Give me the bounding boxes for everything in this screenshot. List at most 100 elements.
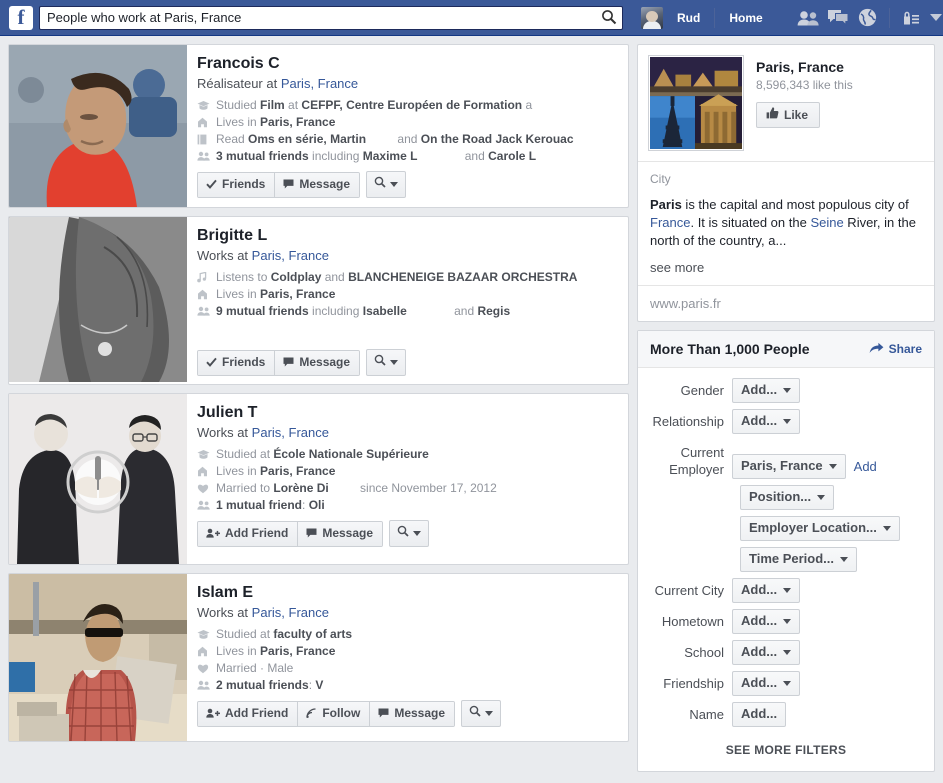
- message-button[interactable]: Message: [274, 172, 360, 197]
- result-card[interactable]: Brigitte L Works at Paris, France Listen…: [8, 216, 629, 385]
- result-name[interactable]: Islam E: [197, 583, 253, 603]
- message-button[interactable]: Message: [369, 701, 455, 726]
- filter-hometown-dropdown[interactable]: Add...: [732, 609, 801, 634]
- fact-bold[interactable]: BLANCHENEIGE BAZAAR ORCHESTRA: [348, 270, 577, 284]
- result-name[interactable]: Brigitte L: [197, 226, 267, 246]
- add-employer-link[interactable]: Add: [854, 459, 877, 474]
- fact-bold[interactable]: Isabelle: [363, 304, 407, 318]
- result-card[interactable]: Francois C Réalisateur at Paris, France …: [8, 44, 629, 208]
- fact-bold[interactable]: On the Road Jack Kerouac: [421, 132, 574, 146]
- entity-title[interactable]: Paris, France: [756, 59, 853, 75]
- filter-relationship-dropdown[interactable]: Add...: [732, 409, 801, 434]
- search-icon[interactable]: [601, 9, 619, 27]
- fact-bold[interactable]: 9 mutual friends: [216, 304, 309, 318]
- fact-text: including: [308, 149, 363, 163]
- profile-name-link[interactable]: Rud: [669, 7, 708, 29]
- fact-bold[interactable]: Maxime L: [363, 149, 418, 163]
- more-options-button[interactable]: [461, 700, 502, 727]
- fact-bold[interactable]: École Nationale Supérieure: [273, 447, 428, 461]
- result-photo[interactable]: [9, 394, 187, 564]
- result-card[interactable]: Julien T Works at Paris, France Studied …: [8, 393, 629, 565]
- result-photo[interactable]: [9, 217, 187, 382]
- search-icon: [374, 176, 386, 192]
- fact-bold[interactable]: CEFPF, Centre Européen de Formation: [301, 98, 522, 112]
- fact-education: Studied Film at CEFPF, Centre Européen d…: [197, 97, 618, 113]
- result-subtitle-prefix: Works at: [197, 248, 252, 263]
- fact-bold[interactable]: faculty of arts: [273, 627, 352, 641]
- add-friend-button[interactable]: Add Friend: [198, 521, 298, 546]
- messages-icon[interactable]: [823, 6, 853, 30]
- result-subtitle-link[interactable]: Paris, France: [252, 425, 329, 440]
- home-link[interactable]: Home: [721, 7, 770, 29]
- fact-read: Read Oms en série, Martin and On the Roa…: [197, 131, 618, 147]
- message-button[interactable]: Message: [274, 350, 360, 375]
- result-card[interactable]: Islam E Works at Paris, France Studied a…: [8, 573, 629, 742]
- fact-bold[interactable]: Lorène Di: [273, 481, 328, 495]
- add-friend-button[interactable]: Add Friend: [198, 701, 298, 726]
- filter-row-friendship: Friendship Add...: [650, 671, 922, 696]
- fact-bold[interactable]: Paris, France: [260, 115, 335, 129]
- fact-bold[interactable]: Carole L: [488, 149, 536, 163]
- fact-bold[interactable]: Film: [260, 98, 285, 112]
- avatar[interactable]: [641, 6, 663, 29]
- chevron-down-icon[interactable]: [929, 14, 942, 21]
- filter-row-gender: Gender Add...: [650, 378, 922, 403]
- message-button[interactable]: Message: [297, 521, 383, 546]
- result-name[interactable]: Francois C: [197, 54, 280, 74]
- filter-employer-location-dropdown[interactable]: Employer Location...: [740, 516, 900, 541]
- filter-time-period-dropdown[interactable]: Time Period...: [740, 547, 858, 572]
- result-subtitle-link[interactable]: Paris, France: [252, 248, 329, 263]
- result-action-buttons: Friends Message: [197, 349, 618, 376]
- filter-current-city-dropdown[interactable]: Add...: [732, 578, 801, 603]
- entity-desc-link-seine[interactable]: Seine: [810, 215, 843, 230]
- fact-bold[interactable]: Paris, France: [260, 287, 335, 301]
- entity-like-count: 8,596,343 like this: [756, 78, 853, 92]
- entity-website-link[interactable]: www.paris.fr: [638, 285, 934, 321]
- fact-bold[interactable]: V: [315, 678, 323, 692]
- share-button[interactable]: Share: [869, 342, 922, 357]
- see-more-filters-link[interactable]: SEE MORE FILTERS: [650, 743, 922, 757]
- fact-bold[interactable]: Oli: [309, 498, 325, 512]
- result-subtitle-link[interactable]: Paris, France: [252, 605, 329, 620]
- search-input[interactable]: [39, 5, 623, 30]
- more-options-button[interactable]: [366, 171, 407, 198]
- entity-card: Paris, France 8,596,343 like this Like C…: [637, 44, 935, 322]
- fact-bold[interactable]: 1 mutual friend: [216, 498, 302, 512]
- fact-mutual-friends: 3 mutual friends including Maxime L and …: [197, 148, 618, 164]
- more-options-button[interactable]: [366, 349, 407, 376]
- result-photo[interactable]: [9, 45, 187, 207]
- like-button[interactable]: Like: [756, 102, 821, 128]
- nav-divider: [714, 7, 716, 28]
- privacy-lock-icon[interactable]: [896, 6, 926, 30]
- filter-gender-dropdown[interactable]: Add...: [732, 378, 801, 403]
- fact-bold[interactable]: Paris, France: [260, 464, 335, 478]
- more-options-button[interactable]: [389, 520, 430, 547]
- result-photo[interactable]: [9, 574, 187, 741]
- filter-value: Add...: [741, 582, 778, 597]
- see-more-link[interactable]: see more: [650, 260, 922, 275]
- filter-name-button[interactable]: Add...: [732, 702, 787, 727]
- fact-bold[interactable]: Regis: [477, 304, 510, 318]
- follow-button[interactable]: Follow: [297, 701, 370, 726]
- result-subtitle-link[interactable]: Paris, France: [281, 76, 358, 91]
- filter-row-school: School Add...: [650, 640, 922, 665]
- fact-text: Read: [216, 132, 249, 146]
- filter-friendship-dropdown[interactable]: Add...: [732, 671, 801, 696]
- fact-bold[interactable]: Paris, France: [260, 644, 335, 658]
- fact-bold[interactable]: 3 mutual friends: [216, 149, 309, 163]
- fact-bold[interactable]: Coldplay: [271, 270, 322, 284]
- friend-requests-icon[interactable]: [793, 6, 823, 30]
- friends-button[interactable]: Friends: [198, 350, 275, 375]
- filter-current-employer-dropdown[interactable]: Paris, France: [732, 454, 846, 479]
- filter-position-dropdown[interactable]: Position...: [740, 485, 835, 510]
- entity-desc-link-france[interactable]: France: [650, 215, 690, 230]
- notifications-globe-icon[interactable]: [853, 6, 883, 30]
- fact-bold[interactable]: Oms en série, Martin: [248, 132, 366, 146]
- fact-bold[interactable]: 2 mutual friends: [216, 678, 309, 692]
- friends-button[interactable]: Friends: [198, 172, 275, 197]
- filter-school-dropdown[interactable]: Add...: [732, 640, 801, 665]
- share-label: Share: [888, 342, 922, 356]
- entity-thumbnail[interactable]: [648, 55, 744, 151]
- facebook-logo-button[interactable]: f: [9, 5, 33, 30]
- result-name[interactable]: Julien T: [197, 403, 257, 423]
